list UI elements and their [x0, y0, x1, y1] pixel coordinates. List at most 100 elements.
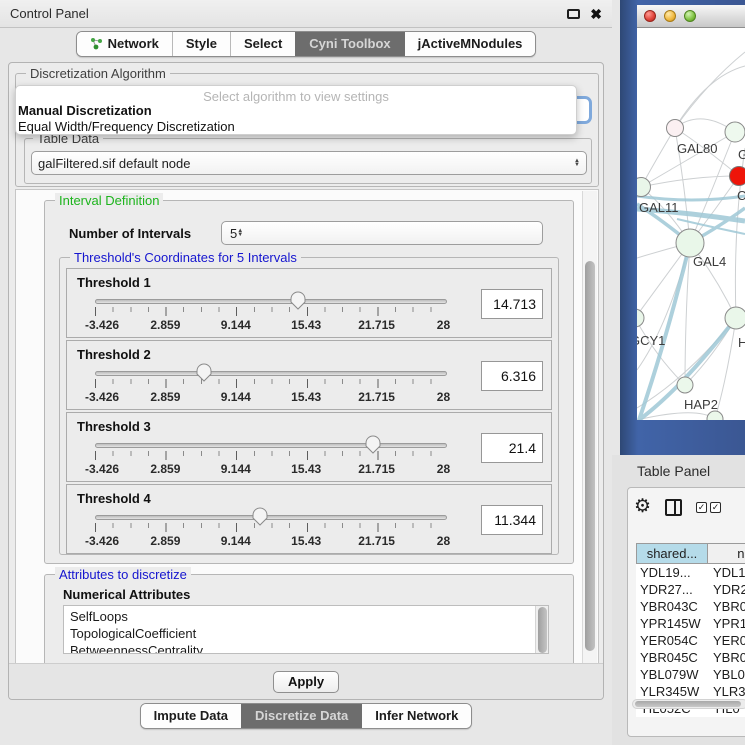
table-panel-section: Table Panel ⚙ ✓ ✓ shared... na YDL19...Y… — [612, 455, 745, 745]
table-horizontal-scrollbar[interactable] — [632, 699, 745, 709]
number-of-intervals-value: 5 — [230, 226, 237, 241]
table-row[interactable]: YER054CYER0 — [636, 632, 745, 649]
settings-scroll-area: Interval Definition Number of Intervals … — [15, 189, 599, 665]
node-table: shared... na YDL19...YDL1 YDR27...YDR2 Y… — [636, 543, 745, 717]
node-hap2 — [677, 377, 693, 393]
threshold-4-slider[interactable]: -3.4262.8599.14415.4321.71528 — [95, 515, 447, 547]
checkbox-icon[interactable]: ✓ — [696, 502, 707, 513]
threshold-2-panel: Threshold 2 -3.4262.8599.14415.4321.7152… — [66, 340, 552, 410]
tab-network[interactable]: Network — [77, 32, 172, 56]
list-item[interactable]: BetweennessCentrality — [70, 642, 548, 654]
slider-ticks — [95, 523, 447, 532]
slider-scale-labels: -3.4262.8599.14415.4321.71528 — [95, 534, 447, 547]
node-label-gcy1: GCY1 — [637, 333, 665, 348]
minimize-traffic-light-icon[interactable] — [664, 10, 676, 22]
tab-discretize-data[interactable]: Discretize Data — [241, 704, 361, 728]
tab-jactivemnodules[interactable]: jActiveMNodules — [404, 32, 536, 56]
attributes-group-title: Attributes to discretize — [55, 567, 191, 582]
tab-style[interactable]: Style — [172, 32, 230, 56]
numerical-attributes-list[interactable]: SelfLoops TopologicalCoefficient Between… — [63, 605, 549, 654]
checkbox-icon[interactable]: ✓ — [710, 502, 721, 513]
slider-track — [95, 371, 447, 376]
tab-infer-network[interactable]: Infer Network — [361, 704, 471, 728]
numerical-attributes-label: Numerical Attributes — [63, 587, 190, 602]
tab-jactivemnodules-label: jActiveMNodules — [418, 36, 523, 51]
threshold-4-value-field[interactable] — [481, 505, 543, 535]
threshold-3-value-field[interactable] — [481, 433, 543, 463]
table-data-select[interactable]: galFiltered.sif default node ▲▼ — [31, 151, 587, 175]
table-panel-toolbar: ⚙ ✓ ✓ — [634, 498, 721, 516]
table-row[interactable]: YDL19...YDL1 — [636, 564, 745, 581]
interval-definition-title: Interval Definition — [55, 193, 163, 208]
table-row[interactable]: YBR043CYBR0 — [636, 598, 745, 615]
number-of-intervals-select[interactable]: 5 ▲▼ — [221, 221, 543, 245]
tab-impute-data[interactable]: Impute Data — [141, 704, 241, 728]
node-label-partial-g: G — [738, 147, 745, 162]
column-header-name[interactable]: na — [708, 544, 745, 563]
slider-ticks — [95, 451, 447, 460]
stepper-icon: ▲▼ — [237, 229, 243, 237]
node-gal80 — [667, 120, 684, 137]
close-icon[interactable]: ✖ — [590, 7, 602, 21]
table-row[interactable]: YPR145WYPR1 — [636, 615, 745, 632]
tab-cyni-toolbox-label: Cyni Toolbox — [309, 36, 390, 51]
node-partial-right — [725, 307, 745, 329]
threshold-1-slider[interactable]: -3.4262.8599.14415.4321.71528 — [95, 299, 447, 331]
cyni-bottom-tabs: Impute Data Discretize Data Infer Networ… — [0, 703, 612, 729]
list-item[interactable]: SelfLoops — [70, 608, 548, 625]
apply-button[interactable]: Apply — [273, 671, 339, 693]
network-canvas[interactable]: GAL80 G C GAL11 GAL4 GCY1 H HAP2 — [637, 28, 745, 420]
float-window-icon[interactable] — [567, 9, 580, 19]
control-panel-tabs: Network Style Select Cyni Toolbox jActiv… — [0, 31, 612, 57]
tab-select[interactable]: Select — [230, 32, 295, 56]
attributes-to-discretize-group: Attributes to discretize Numerical Attri… — [44, 574, 574, 665]
column-header-shared-name[interactable]: shared... — [637, 544, 708, 563]
column-layout-icon[interactable] — [665, 499, 682, 516]
tab-select-label: Select — [244, 36, 282, 51]
gear-icon[interactable]: ⚙ — [634, 498, 651, 516]
threshold-1-panel: Threshold 1 -3.4262.8599.14415.4321.7152… — [66, 268, 552, 338]
tab-impute-data-label: Impute Data — [154, 708, 228, 723]
stepper-icon: ▲▼ — [574, 159, 580, 167]
cyni-toolbox-panel: Discretization Algorithm Table Data galF… — [8, 62, 604, 700]
algorithm-option-manual[interactable]: Manual Discretization — [16, 103, 576, 119]
tab-infer-network-label: Infer Network — [375, 708, 458, 723]
list-scrollbar[interactable] — [535, 606, 548, 653]
threshold-coordinates-title: Threshold's Coordinates for 5 Intervals — [70, 250, 301, 265]
table-panel-title: Table Panel — [637, 463, 710, 479]
threshold-2-value-field[interactable] — [481, 361, 543, 391]
slider-track — [95, 515, 447, 520]
settings-scrollbar[interactable] — [582, 191, 597, 665]
threshold-1-label: Threshold 1 — [77, 275, 151, 290]
threshold-coordinates-group: Threshold's Coordinates for 5 Intervals … — [59, 257, 559, 555]
threshold-3-panel: Threshold 3 -3.4262.8599.14415.4321.7152… — [66, 412, 552, 482]
table-row[interactable]: YLR345WYLR3 — [636, 683, 745, 700]
zoom-traffic-light-icon[interactable] — [684, 10, 696, 22]
node-label-partial-h: H — [738, 335, 745, 350]
threshold-2-slider[interactable]: -3.4262.8599.14415.4321.71528 — [95, 371, 447, 403]
node-label-partial-c: C — [737, 188, 745, 203]
table-header-row: shared... na — [636, 543, 745, 564]
network-icon — [90, 37, 103, 50]
tab-discretize-data-label: Discretize Data — [255, 708, 348, 723]
tab-cyni-toolbox[interactable]: Cyni Toolbox — [295, 32, 403, 56]
algorithm-option-equal-width[interactable]: Equal Width/Frequency Discretization — [16, 119, 576, 135]
close-traffic-light-icon[interactable] — [644, 10, 656, 22]
table-row[interactable]: YBR045CYBR0 — [636, 649, 745, 666]
slider-scale-labels: -3.4262.8599.14415.4321.71528 — [95, 318, 447, 331]
node-label-hap2: HAP2 — [684, 397, 718, 412]
table-row[interactable]: YBL079WYBL0 — [636, 666, 745, 683]
list-item[interactable]: TopologicalCoefficient — [70, 625, 548, 642]
apply-strip: Apply — [9, 663, 603, 699]
number-of-intervals-label: Number of Intervals — [69, 226, 221, 241]
node-partial-bottom — [707, 411, 723, 420]
table-row[interactable]: YDR27...YDR2 — [636, 581, 745, 598]
algorithm-placeholder-option[interactable]: Select algorithm to view settings — [16, 86, 576, 103]
algorithm-group-title: Discretization Algorithm — [26, 66, 170, 81]
threshold-1-value-field[interactable] — [481, 289, 543, 319]
table-data-value: galFiltered.sif default node — [38, 156, 574, 171]
table-panel: ⚙ ✓ ✓ shared... na YDL19...YDL1 YDR27...… — [627, 487, 745, 737]
threshold-3-slider[interactable]: -3.4262.8599.14415.4321.71528 — [95, 443, 447, 475]
tab-network-label: Network — [108, 36, 159, 51]
threshold-4-label: Threshold 4 — [77, 491, 151, 506]
